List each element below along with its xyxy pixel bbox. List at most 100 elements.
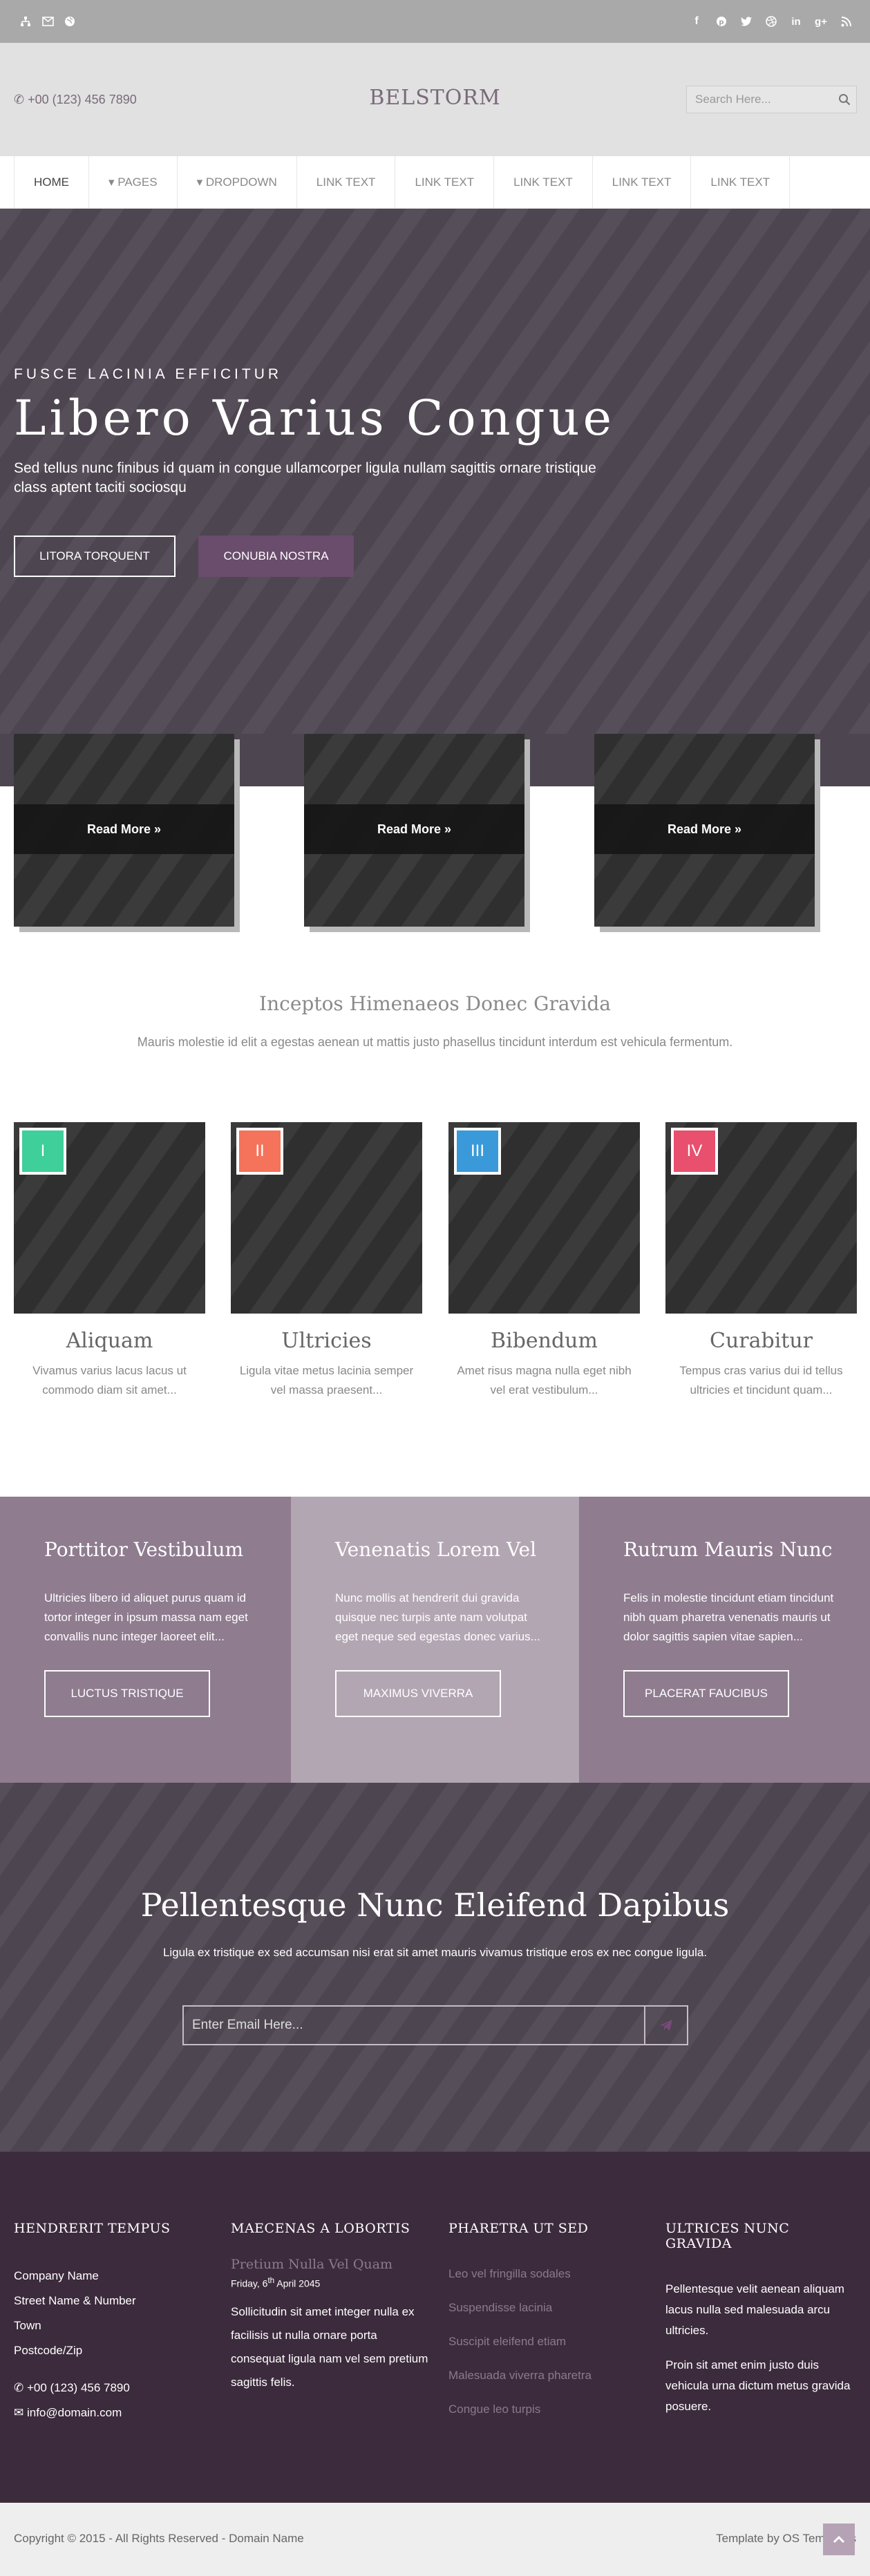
nav-link-3[interactable]: LINK TEXT bbox=[493, 156, 592, 209]
top-bar: f p in g+ bbox=[0, 0, 870, 43]
footer-address-line: Street Name & Number bbox=[14, 2294, 136, 2307]
hero-primary-button[interactable]: LITORA TORQUENT bbox=[14, 536, 176, 577]
promo-card[interactable]: Read More » bbox=[14, 734, 234, 927]
feature-image[interactable]: III bbox=[448, 1122, 640, 1314]
paper-plane-icon bbox=[660, 2020, 672, 2031]
feature-image[interactable]: I bbox=[14, 1122, 205, 1314]
main-nav: HOME ▾ PAGES ▾ DROPDOWN LINK TEXT LINK T… bbox=[0, 156, 870, 209]
footer-address-line: Postcode/Zip bbox=[14, 2344, 83, 2357]
footer-heading: ULTRICES NUNC GRAVIDA bbox=[665, 2221, 790, 2251]
feature-text: Ligula vitae metus lacinia semper vel ma… bbox=[239, 1364, 414, 1396]
feature-title: Bibendum bbox=[491, 1329, 598, 1353]
hero-subtitle: Sed tellus nunc finibus id quam in congu… bbox=[14, 460, 596, 495]
info-column: Rutrum Mauris Nunc Felis in molestie tin… bbox=[579, 1497, 870, 1783]
footer-paragraph: Pellentesque velit aenean aliquam lacus … bbox=[665, 2282, 844, 2337]
nav-menu: HOME ▾ PAGES ▾ DROPDOWN LINK TEXT LINK T… bbox=[14, 156, 791, 209]
globe-icon[interactable] bbox=[64, 15, 76, 28]
newsletter-section: Pellentesque Nunc Eleifend Dapibus Ligul… bbox=[0, 1783, 870, 2152]
nav-link-1[interactable]: LINK TEXT bbox=[296, 156, 395, 209]
top-left-icons bbox=[19, 0, 76, 43]
facebook-icon[interactable]: f bbox=[690, 15, 703, 28]
phone-icon: ✆ bbox=[14, 2381, 27, 2394]
footer-column-links: PHARETRA UT SED Leo vel fringilla sodale… bbox=[448, 2221, 649, 2426]
site-header: ✆ +00 (123) 456 7890 BELSTORM Search Her… bbox=[0, 43, 870, 156]
pinterest-icon[interactable]: p bbox=[715, 15, 728, 28]
feature-item: II Ultricies Ligula vitae metus lacinia … bbox=[231, 1122, 422, 1400]
feature-text: Amet risus magna nulla eget nibh vel era… bbox=[457, 1364, 632, 1396]
read-more-link[interactable]: Read More » bbox=[14, 804, 234, 854]
rss-icon[interactable] bbox=[840, 15, 852, 28]
nav-pages[interactable]: ▾ PAGES bbox=[88, 156, 177, 209]
footer-address-line: Company Name bbox=[14, 2269, 99, 2282]
search-icon[interactable] bbox=[838, 93, 851, 106]
feature-image[interactable]: IV bbox=[665, 1122, 857, 1314]
promo-card[interactable]: Read More » bbox=[594, 734, 815, 927]
footer-link[interactable]: Malesuada viverra pharetra bbox=[448, 2358, 649, 2392]
column-button[interactable]: PLACERAT FAUCIBUS bbox=[623, 1670, 789, 1717]
post-date-suffix: th bbox=[267, 2276, 275, 2285]
column-text: Felis in molestie tincidunt etiam tincid… bbox=[623, 1591, 834, 1643]
envelope-icon: ✉ bbox=[14, 2406, 27, 2419]
feature-item: I Aliquam Vivamus varius lacus lacus ut … bbox=[14, 1122, 205, 1400]
feature-text: Tempus cras varius dui id tellus ultrici… bbox=[679, 1364, 843, 1396]
column-title: Venenatis Lorem Vel bbox=[335, 1538, 537, 1561]
info-column: Venenatis Lorem Vel Nunc mollis at hendr… bbox=[291, 1497, 582, 1783]
dribbble-icon[interactable] bbox=[765, 15, 777, 28]
column-button[interactable]: LUCTUS TRISTIQUE bbox=[44, 1670, 210, 1717]
intro-title: Inceptos Himenaeos Donec Gravida bbox=[259, 992, 611, 1015]
column-button[interactable]: MAXIMUS VIVERRA bbox=[335, 1670, 501, 1717]
footer-post-date: Friday, 6th April 2045 bbox=[231, 2276, 431, 2289]
search-input[interactable]: Search Here... bbox=[686, 86, 857, 113]
envelope-icon[interactable] bbox=[41, 15, 54, 28]
footer-post-title[interactable]: Pretium Nulla Vel Quam bbox=[231, 2257, 431, 2272]
nav-link-2[interactable]: LINK TEXT bbox=[395, 156, 493, 209]
read-more-link[interactable]: Read More » bbox=[594, 804, 815, 854]
hero-eyebrow: FUSCE LACINIA EFFICITUR bbox=[14, 366, 283, 382]
footer-heading: MAECENAS A LOBORTIS bbox=[231, 2221, 410, 2236]
footer-column-text: ULTRICES NUNC GRAVIDA Pellentesque velit… bbox=[665, 2221, 856, 2431]
feature-badge: I bbox=[19, 1128, 66, 1175]
nav-dropdown[interactable]: ▾ DROPDOWN bbox=[176, 156, 296, 209]
footer-link[interactable]: Leo vel fringilla sodales bbox=[448, 2257, 649, 2291]
nav-link-4[interactable]: LINK TEXT bbox=[592, 156, 691, 209]
google-plus-icon[interactable]: g+ bbox=[815, 15, 827, 28]
linkedin-icon[interactable]: in bbox=[790, 15, 802, 28]
feature-image[interactable]: II bbox=[231, 1122, 422, 1314]
feature-title: Curabitur bbox=[709, 1329, 813, 1353]
svg-text:p: p bbox=[719, 19, 724, 26]
footer-link[interactable]: Suscipit eleifend etiam bbox=[448, 2324, 649, 2358]
footer-heading: PHARETRA UT SED bbox=[448, 2221, 589, 2236]
hero-title: Libero Varius Congue bbox=[14, 390, 616, 446]
footer-link[interactable]: Congue leo turpis bbox=[448, 2392, 649, 2426]
feature-text: Vivamus varius lacus lacus ut commodo di… bbox=[32, 1364, 187, 1396]
feature-badge: II bbox=[236, 1128, 283, 1175]
copyright-text: Copyright © 2015 - All Rights Reserved -… bbox=[14, 2532, 304, 2545]
nav-home[interactable]: HOME bbox=[14, 156, 88, 209]
footer-email[interactable]: ✉ info@domain.com bbox=[14, 2400, 214, 2425]
feature-item: IV Curabitur Tempus cras varius dui id t… bbox=[665, 1122, 857, 1400]
footer-paragraph: Proin sit amet enim justo duis vehicula … bbox=[665, 2358, 851, 2413]
newsletter-title: Pellentesque Nunc Eleifend Dapibus bbox=[140, 1886, 730, 1924]
column-title: Rutrum Mauris Nunc bbox=[623, 1538, 833, 1561]
read-more-link[interactable]: Read More » bbox=[304, 804, 524, 854]
hero-secondary-button[interactable]: CONUBIA NOSTRA bbox=[198, 536, 354, 577]
footer-email-address[interactable]: info@domain.com bbox=[27, 2406, 122, 2419]
subscribe-button[interactable] bbox=[645, 2005, 688, 2045]
feature-item: III Bibendum Amet risus magna nulla eget… bbox=[448, 1122, 640, 1400]
twitter-icon[interactable] bbox=[740, 15, 753, 28]
post-date-month: April 2045 bbox=[274, 2277, 321, 2289]
email-field[interactable]: Enter Email Here... bbox=[182, 2005, 645, 2045]
footer-phone: ✆ +00 (123) 456 7890 bbox=[14, 2376, 214, 2400]
footer-address-line: Town bbox=[14, 2319, 41, 2332]
footer-link[interactable]: Suspendisse lacinia bbox=[448, 2291, 649, 2324]
sitemap-icon[interactable] bbox=[19, 15, 32, 28]
back-to-top-button[interactable] bbox=[823, 2523, 855, 2555]
column-text: Nunc mollis at hendrerit dui gravida qui… bbox=[335, 1591, 540, 1643]
footer-heading: HENDRERIT TEMPUS bbox=[14, 2221, 171, 2236]
hero-section: FUSCE LACINIA EFFICITUR Libero Varius Co… bbox=[0, 209, 870, 734]
footer-phone-number: +00 (123) 456 7890 bbox=[26, 2381, 130, 2394]
site-footer: HENDRERIT TEMPUS Company Name Street Nam… bbox=[0, 2152, 870, 2503]
promo-card[interactable]: Read More » bbox=[304, 734, 524, 927]
feature-badge: IV bbox=[671, 1128, 718, 1175]
nav-link-5[interactable]: LINK TEXT bbox=[690, 156, 791, 209]
